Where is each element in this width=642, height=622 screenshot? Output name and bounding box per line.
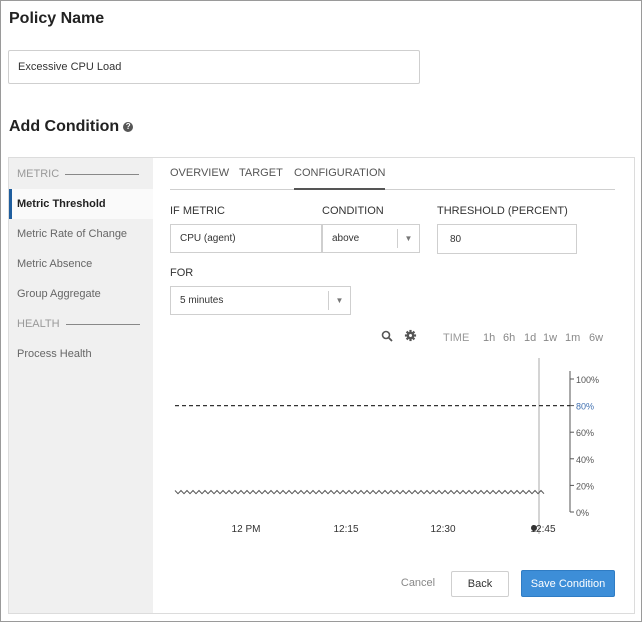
x-tick-label: 12 PM — [232, 524, 261, 535]
y-tick-label: 60% — [576, 428, 594, 438]
threshold-input[interactable]: 80 — [437, 224, 577, 254]
range-1m[interactable]: 1m — [565, 332, 580, 344]
configuration-area: OVERVIEW TARGET CONFIGURATION IF METRIC … — [153, 158, 634, 613]
time-label: TIME — [443, 332, 470, 344]
tab-target[interactable]: TARGET — [239, 167, 283, 179]
range-1d[interactable]: 1d — [524, 332, 536, 344]
range-6w[interactable]: 6w — [589, 332, 603, 344]
condition-value: above — [332, 233, 360, 244]
zoom-icon[interactable] — [381, 330, 393, 342]
for-label: FOR — [170, 267, 194, 279]
if-metric-value: CPU (agent) — [180, 233, 236, 244]
condition-select[interactable]: above ▼ — [322, 224, 420, 253]
chevron-down-icon: ▼ — [328, 291, 350, 310]
add-condition-label: Add Condition — [9, 118, 120, 135]
y-tick-label: 40% — [576, 455, 594, 465]
policy-name-input[interactable] — [8, 50, 420, 84]
range-1h[interactable]: 1h — [483, 332, 495, 344]
y-tick-label: 20% — [576, 481, 594, 491]
sidebar-item-metric-threshold[interactable]: Metric Threshold — [9, 189, 153, 219]
cpu-series-line — [174, 489, 545, 495]
policy-name-title: Policy Name — [9, 10, 105, 27]
health-section-label: HEALTH — [17, 318, 60, 330]
health-section-header: HEALTH — [17, 318, 140, 330]
health-section-divider — [65, 323, 140, 325]
metric-chart: 100%80%60%40%20%0%12 PM 12:15 12:30 12:45 — [174, 358, 599, 535]
chevron-down-icon: ▼ — [397, 229, 419, 248]
duration-select[interactable]: 5 minutes ▼ — [170, 286, 351, 315]
help-circle-icon[interactable]: ? — [123, 122, 134, 132]
tab-bar: OVERVIEW TARGET CONFIGURATION — [170, 158, 615, 190]
metric-section-divider — [65, 173, 140, 175]
threshold-label: THRESHOLD (PERCENT) — [437, 205, 568, 217]
sidebar-item-process-health[interactable]: Process Health — [9, 339, 153, 369]
tab-overview[interactable]: OVERVIEW — [170, 167, 229, 179]
save-condition-button[interactable]: Save Condition — [521, 570, 615, 597]
add-condition-title: Add Condition ? — [9, 118, 134, 136]
y-tick-label: 100% — [576, 375, 599, 385]
metric-section-label: METRIC — [17, 168, 60, 180]
range-6h[interactable]: 6h — [503, 332, 515, 344]
sidebar-item-group-aggregate[interactable]: Group Aggregate — [9, 279, 153, 309]
cancel-button[interactable]: Cancel — [397, 571, 439, 595]
condition-label: CONDITION — [322, 205, 384, 217]
duration-value: 5 minutes — [180, 295, 224, 306]
sidebar-item-metric-rate-of-change[interactable]: Metric Rate of Change — [9, 219, 153, 249]
sidebar-item-metric-absence[interactable]: Metric Absence — [9, 249, 153, 279]
condition-type-sidebar: METRIC Metric Threshold Metric Rate of C… — [9, 158, 153, 613]
metric-section-header: METRIC — [17, 168, 140, 180]
y-tick-label: 80% — [576, 402, 594, 412]
if-metric-select[interactable]: CPU (agent) — [170, 224, 322, 253]
if-metric-label: IF METRIC — [170, 205, 225, 217]
cursor-marker — [531, 525, 537, 531]
back-button[interactable]: Back — [451, 571, 509, 597]
condition-panel: METRIC Metric Threshold Metric Rate of C… — [8, 157, 635, 614]
threshold-value: 80 — [450, 233, 462, 245]
y-tick-label: 0% — [576, 508, 589, 518]
range-1w[interactable]: 1w — [543, 332, 557, 344]
x-tick-label: 12:30 — [430, 524, 455, 535]
x-tick-label: 12:15 — [333, 524, 358, 535]
tab-configuration[interactable]: CONFIGURATION — [294, 167, 386, 190]
gear-icon[interactable] — [404, 329, 417, 342]
